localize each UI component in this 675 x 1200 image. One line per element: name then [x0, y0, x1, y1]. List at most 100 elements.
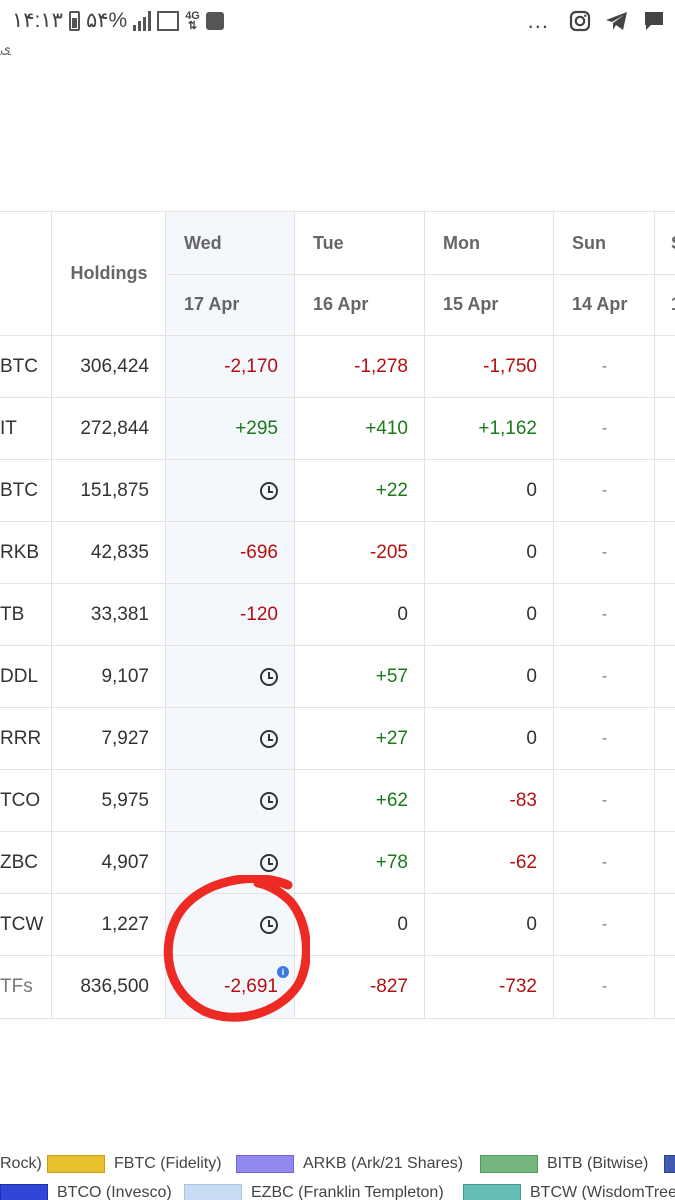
row-holdings-cell: 7,927	[52, 708, 166, 769]
row-sun-cell: -	[554, 460, 655, 521]
row-wed-cell: -120	[166, 584, 295, 645]
legend-item-btco[interactable]: BTCO (Invesco)	[0, 1184, 172, 1200]
tue-value: +57	[375, 665, 408, 687]
holdings-header[interactable]: Holdings	[52, 212, 166, 335]
holdings-value: 836,500	[80, 975, 149, 997]
holdings-value: 33,381	[90, 603, 149, 625]
legend-item-bitb[interactable]: BITB (Bitwise)	[480, 1155, 648, 1173]
legend-item-arkb[interactable]: ARKB (Ark/21 Shares)	[236, 1155, 463, 1173]
mon-value: 0	[526, 541, 537, 563]
row-tue-cell: +78	[295, 832, 425, 893]
tue-value: 0	[397, 913, 408, 935]
row-sun-cell: -	[554, 708, 655, 769]
mon-value: -62	[509, 851, 537, 873]
header-day-sat: S	[655, 212, 675, 274]
row-holdings-cell: 4,907	[52, 832, 166, 893]
info-icon[interactable]: i	[277, 966, 289, 978]
more-icon[interactable]: ...	[528, 8, 549, 34]
row-mon-cell: -83	[425, 770, 554, 831]
network-type: 4G ⇅	[185, 9, 200, 32]
sun-value: -	[601, 357, 608, 375]
row-sun-cell: -	[554, 522, 655, 583]
clock-icon	[260, 791, 278, 810]
row-mon-cell: 0	[425, 894, 554, 955]
holdings-value: 42,835	[90, 541, 149, 563]
row-wed-cell: -2,170	[166, 336, 295, 397]
row-sun-cell: -	[554, 770, 655, 831]
ticker-value: TCW	[0, 913, 44, 935]
row-holdings-cell: 9,107	[52, 646, 166, 707]
row-holdings-cell: 151,875	[52, 460, 166, 521]
header-day-wed: Wed	[184, 232, 222, 253]
mon-value: 0	[526, 913, 537, 935]
ticker-value: TCO	[0, 789, 41, 811]
battery-level: ۵۴%	[85, 9, 128, 32]
legend-item-ezbc[interactable]: EZBC (Franklin Templeton)	[184, 1184, 444, 1200]
row-tue-cell: +27	[295, 708, 425, 769]
row-ticker-cell: IT	[0, 398, 52, 459]
row-tue-cell: +410	[295, 398, 425, 459]
mon-value: 0	[526, 479, 537, 501]
sun-value: -	[601, 543, 608, 561]
legend-item-ibit[interactable]: Rock)	[0, 1155, 42, 1173]
sun-value: -	[601, 605, 608, 623]
row-ticker-cell: TB	[0, 584, 52, 645]
legend-swatch	[184, 1184, 242, 1200]
row-ticker-cell: RRR	[0, 708, 52, 769]
row-ticker-cell: ZBC	[0, 832, 52, 893]
tue-value: +410	[365, 417, 408, 439]
row-mon-cell: -1,750	[425, 336, 554, 397]
row-wed-cell	[166, 832, 295, 893]
row-sun-cell: -	[554, 646, 655, 707]
header-date-wed: 17 Apr	[184, 294, 240, 314]
tue-value: +78	[375, 851, 408, 873]
row-tue-cell: 0	[295, 894, 425, 955]
ticker-value: BTC	[0, 479, 38, 501]
signal-box-icon	[157, 10, 180, 31]
tue-value: 0	[397, 603, 408, 625]
header-date-sat: 1	[655, 274, 675, 335]
legend-swatch	[0, 1184, 48, 1200]
row-holdings-cell: 1,227	[52, 894, 166, 955]
row-wed-cell: -696	[166, 522, 295, 583]
row-holdings-cell: 33,381	[52, 584, 166, 645]
header-day-sun: Sun	[572, 232, 606, 253]
holdings-value: 4,907	[101, 851, 149, 873]
ticker-value: BTC	[0, 355, 38, 377]
legend-swatch	[236, 1155, 294, 1173]
mon-value: 0	[526, 603, 537, 625]
legend-item-fbtc[interactable]: FBTC (Fidelity)	[47, 1155, 222, 1173]
sun-value: -	[601, 977, 608, 995]
tue-value: +62	[375, 789, 408, 811]
message-icon	[645, 12, 663, 30]
legend-item-btcw[interactable]: BTCW (WisdomTree	[463, 1184, 675, 1200]
row-mon-cell: 0	[425, 584, 554, 645]
row-tue-cell: +22	[295, 460, 425, 521]
clock-icon	[260, 481, 278, 500]
row-wed-cell	[166, 460, 295, 521]
row-sun-cell: -	[554, 398, 655, 459]
legend-item-hodl[interactable]	[664, 1155, 675, 1173]
row-tue-cell: -1,278	[295, 336, 425, 397]
row-mon-cell: -62	[425, 832, 554, 893]
battery-icon	[68, 10, 80, 31]
holdings-value: 306,424	[80, 355, 149, 377]
sun-value: -	[601, 853, 608, 871]
row-ticker-cell: TCO	[0, 770, 52, 831]
wed-value: +295	[235, 417, 278, 439]
row-sun-cell: -	[554, 584, 655, 645]
tue-value: +22	[375, 479, 408, 501]
row-sun-cell: -	[554, 894, 655, 955]
sun-value: -	[601, 791, 608, 809]
row-tue-cell: +57	[295, 646, 425, 707]
total-sun-cell: -	[554, 956, 655, 1017]
sun-value: -	[601, 729, 608, 747]
telegram-icon	[606, 12, 627, 30]
page-text-fragment: ﯼ	[0, 40, 11, 56]
total-holdings-cell: 836,500	[52, 956, 166, 1017]
total-wed-cell: -2,691 i	[166, 956, 295, 1017]
legend-swatch	[664, 1155, 675, 1173]
mon-value: 0	[526, 727, 537, 749]
tue-value: -827	[369, 975, 408, 997]
mon-value: 0	[526, 665, 537, 687]
